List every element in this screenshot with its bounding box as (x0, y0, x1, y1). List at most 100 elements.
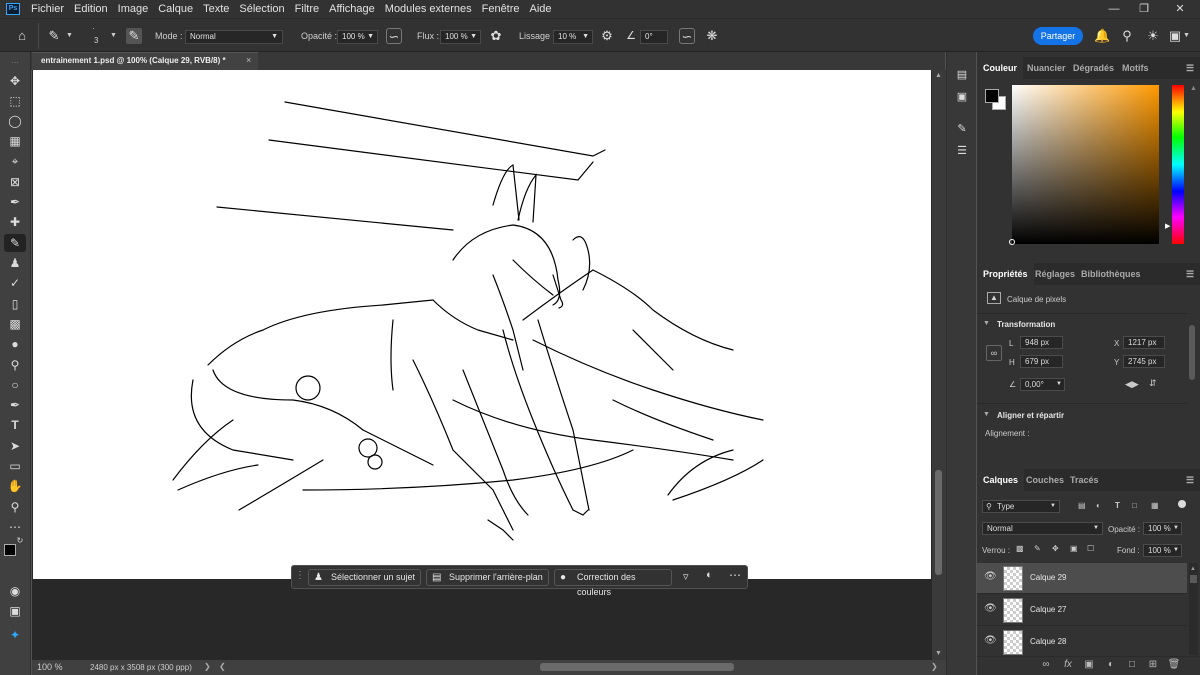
sponge-tool-icon[interactable]: ○ (4, 376, 26, 394)
pressure-size-icon[interactable]: ∽ (679, 28, 695, 44)
lock-artboard-icon[interactable]: ▣ (1070, 544, 1078, 553)
scroll-up-icon[interactable]: ▲ (935, 72, 942, 79)
chevron-right-icon[interactable]: ❯ (204, 662, 211, 671)
smoothing-field[interactable]: 10 % ▼ (553, 30, 593, 44)
tab-traces[interactable]: Tracés (1070, 469, 1099, 491)
scroll-up-icon[interactable]: ▲ (1190, 566, 1196, 572)
pen-tool-icon[interactable]: ✒ (4, 396, 26, 414)
layer-opacity-field[interactable]: 100 % ▼ (1143, 522, 1182, 535)
lasso-tool-icon[interactable]: ◯ (4, 112, 26, 130)
chevron-down-icon[interactable]: ▼ (983, 320, 990, 327)
comments-icon[interactable]: ▣ (952, 88, 972, 106)
menu-fenetre[interactable]: Fenêtre (477, 0, 525, 18)
symmetry-icon[interactable]: ❋ (704, 28, 720, 44)
new-group-icon[interactable]: □ (1125, 659, 1139, 673)
generative-icon[interactable]: ✦ (4, 626, 26, 644)
picker-cursor[interactable] (1009, 239, 1015, 245)
remove-background-button[interactable]: ▤ Supprimer l'arrière-plan (426, 569, 549, 586)
hue-slider[interactable] (1172, 85, 1184, 244)
tab-proprietes[interactable]: Propriétés (977, 263, 1034, 285)
lock-position-icon[interactable]: ✥ (1052, 544, 1059, 553)
opacity-field[interactable]: 100 % ▼ (337, 30, 378, 44)
airbrush-icon[interactable]: ✿ (488, 28, 504, 44)
chevron-down-icon[interactable]: ▼ (110, 19, 117, 53)
angle-field[interactable]: 0° (640, 30, 668, 44)
object-selection-tool-icon[interactable]: ▦ (4, 132, 26, 150)
chevron-down-icon[interactable]: ▼ (1183, 19, 1190, 53)
brush-panel-icon[interactable]: ✎ (126, 28, 142, 44)
eye-icon[interactable]: 👁 (984, 603, 997, 614)
frame-tool-icon[interactable]: ⊠ (4, 173, 26, 191)
pressure-opacity-icon[interactable]: ∽ (386, 28, 402, 44)
document-canvas[interactable] (33, 70, 931, 579)
panel-foreground-swatch[interactable] (985, 89, 999, 103)
layer-row[interactable]: 👁 Calque 29 (977, 563, 1187, 594)
zoom-tool-icon[interactable]: ⚲ (4, 498, 26, 516)
filter-shape-icon[interactable]: □ (1132, 501, 1137, 510)
tab-degrades[interactable]: Dégradés (1073, 57, 1114, 79)
tab-calques[interactable]: Calques (977, 469, 1025, 491)
vertical-scrollbar-thumb[interactable] (935, 470, 942, 575)
layer-row[interactable]: 👁 Calque 28 (977, 627, 1187, 658)
delete-layer-icon[interactable]: 🗑 (1167, 659, 1181, 673)
restore-icon[interactable]: ❐ (1127, 0, 1161, 18)
menu-filtre[interactable]: Filtre (290, 0, 324, 18)
menu-texte[interactable]: Texte (198, 0, 234, 18)
new-layer-icon[interactable]: ⊞ (1146, 659, 1160, 673)
blend-mode-select[interactable]: Normal ▼ (982, 522, 1103, 535)
dodge-tool-icon[interactable]: ⚲ (4, 356, 26, 374)
healing-brush-tool-icon[interactable]: ✚ (4, 213, 26, 231)
color-correction-button[interactable]: ● Correction des couleurs (554, 569, 672, 597)
grip-icon[interactable]: ⋮ (295, 570, 305, 581)
color-picker-field[interactable] (1009, 85, 1159, 245)
panel-menu-icon[interactable]: ☰ (1186, 57, 1194, 79)
lock-pixels-icon[interactable]: ✎ (1034, 544, 1041, 553)
history-brush-tool-icon[interactable]: ✓ (4, 274, 26, 292)
lock-all-icon[interactable]: ☐ (1087, 544, 1094, 553)
zoom-level[interactable]: 100 % (37, 662, 63, 672)
workspace-icon[interactable]: ▣ (1167, 28, 1183, 44)
link-layers-icon[interactable]: ∞ (1039, 659, 1053, 673)
menu-selection[interactable]: Sélection (234, 0, 289, 18)
chevron-down-icon[interactable]: ▼ (66, 19, 73, 53)
panel-menu-icon[interactable]: ☰ (1186, 469, 1194, 491)
scroll-up-icon[interactable]: ▲ (1190, 85, 1197, 92)
tab-bibliotheques[interactable]: Bibliothèques (1081, 263, 1141, 285)
x-field[interactable]: 1217 px (1123, 336, 1165, 349)
menu-image[interactable]: Image (113, 0, 154, 18)
close-window-icon[interactable]: ✕ (1163, 0, 1197, 18)
tab-couleur[interactable]: Couleur (977, 57, 1024, 79)
menu-affichage[interactable]: Affichage (324, 0, 380, 18)
tab-couches[interactable]: Couches (1026, 469, 1064, 491)
gradient-tool-icon[interactable]: ▩ (4, 315, 26, 333)
panel-grip-icon[interactable]: ⋯ (4, 55, 26, 73)
properties-scrollbar-thumb[interactable] (1189, 325, 1195, 380)
tab-nuancier[interactable]: Nuancier (1027, 57, 1066, 79)
home-icon[interactable]: ⌂ (14, 28, 30, 44)
filter-pixel-icon[interactable]: ▤ (1078, 501, 1086, 510)
search-icon[interactable]: ⚲ (1119, 28, 1135, 44)
panel-menu-icon[interactable]: ☰ (1186, 263, 1194, 285)
new-adjustment-icon[interactable]: ◐ (1104, 659, 1118, 673)
swap-colors-icon[interactable]: ↻ (14, 532, 26, 550)
hue-slider-handle-icon[interactable]: ▶ (1165, 222, 1170, 230)
mode-select[interactable]: Normal ▼ (185, 30, 283, 44)
history-icon[interactable]: ▤ (952, 66, 972, 84)
filter-smart-object-icon[interactable]: ▦ (1151, 501, 1159, 510)
tab-motifs[interactable]: Motifs (1122, 57, 1149, 79)
fill-field[interactable]: 100 % ▼ (1143, 544, 1182, 557)
filter-type-icon[interactable]: T (1115, 501, 1120, 510)
transformation-title[interactable]: Transformation (997, 320, 1055, 329)
blur-tool-icon[interactable]: ● (4, 335, 26, 353)
scroll-left-icon[interactable]: ❮ (219, 662, 226, 671)
adjustments-icon[interactable]: ☰ (952, 142, 972, 160)
eye-icon[interactable]: 👁 (984, 571, 997, 582)
minimize-icon[interactable]: — (1097, 0, 1131, 18)
more-options-icon[interactable]: ⋯ (729, 568, 741, 582)
height-field[interactable]: 679 px (1020, 355, 1063, 368)
brush-tool-icon[interactable]: ✎ (4, 234, 26, 252)
stamp-tool-icon[interactable]: ♟ (4, 254, 26, 272)
path-selection-tool-icon[interactable]: ➤ (4, 437, 26, 455)
tab-reglages[interactable]: Réglages (1035, 263, 1075, 285)
lock-transparency-icon[interactable]: ▩ (1016, 544, 1024, 553)
